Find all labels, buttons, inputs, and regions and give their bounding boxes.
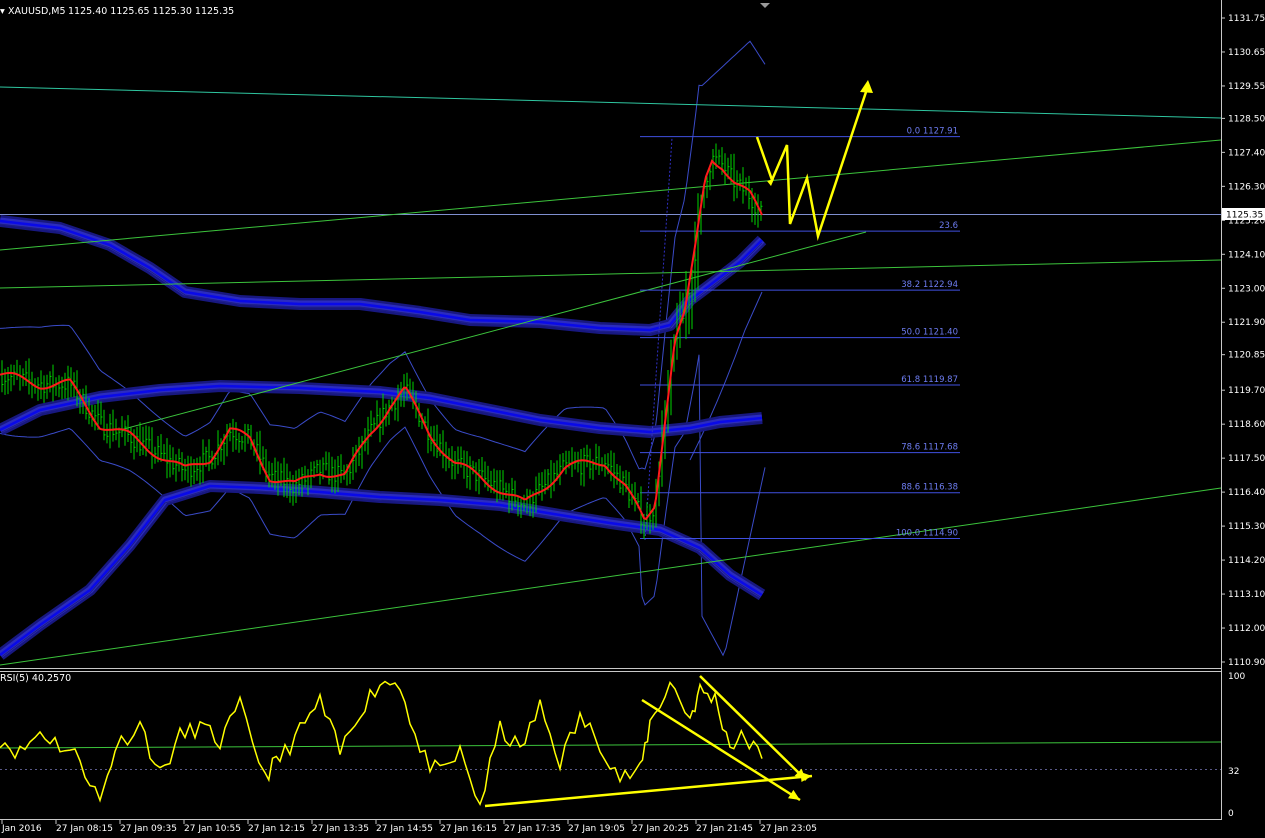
time-tick-label: 27 Jan 20:25: [632, 824, 689, 834]
price-tick-label: 1119.70: [1228, 386, 1265, 396]
fib-level-label: 38.2 1122.94: [901, 280, 958, 290]
price-tick-label: 1127.40: [1228, 148, 1265, 158]
price-chart[interactable]: ▾ XAUUSD,M5 1125.40 1125.65 1125.30 1125…: [0, 0, 1265, 838]
price-tick-label: 1128.50: [1228, 114, 1265, 124]
fib-level-label: 50.0 1121.40: [901, 328, 958, 338]
chart-background: [0, 0, 1265, 838]
header-ohlc: 1125.40 1125.65 1125.30 1125.35: [68, 6, 234, 17]
fib-level-label: 23.6: [939, 221, 958, 231]
header-symbol-arrow[interactable]: ▾: [0, 6, 5, 17]
price-tick-label: 1124.10: [1228, 250, 1265, 260]
time-tick-label: 27 Jan 21:45: [696, 824, 753, 834]
fib-level-label: 0.0 1127.91: [907, 127, 958, 137]
price-tick-label: 1120.85: [1228, 351, 1265, 361]
price-tick-label: 1130.65: [1228, 48, 1265, 58]
rsi-axis-32: 32: [1228, 767, 1239, 777]
rsi-axis-100: 100: [1228, 672, 1245, 682]
price-tick-label: 1113.10: [1228, 590, 1265, 600]
time-tick-label: 27 Jan 23:05: [760, 824, 817, 834]
current-price-tag: 1125.35: [1222, 208, 1265, 221]
time-tick-label: 27 Jan 14:55: [376, 824, 433, 834]
price-tick-label: 1110.90: [1228, 658, 1265, 668]
rsi-label: RSI(5) 40.2570: [0, 673, 71, 684]
price-tick-label: 1118.60: [1228, 420, 1265, 430]
time-tick-label: 27 Jan 19:05: [568, 824, 625, 834]
fib-level-label: 88.6 1116.38: [901, 483, 958, 493]
fib-level-label: 78.6 1117.68: [901, 443, 958, 453]
current-price-label: 1125.35: [1226, 211, 1263, 221]
price-tick-label: 1117.50: [1228, 454, 1265, 464]
header-symbol: XAUUSD,M5: [8, 6, 66, 17]
time-tick-label: 27 Jan 16:15: [440, 824, 497, 834]
price-tick-label: 1112.00: [1228, 624, 1265, 634]
time-tick-label: 27 Jan 17:35: [504, 824, 561, 834]
price-tick-label: 1121.90: [1228, 318, 1265, 328]
price-tick-label: 1131.75: [1228, 14, 1265, 24]
price-tick-label: 1114.20: [1228, 556, 1265, 566]
price-tick-label: 1123.00: [1228, 284, 1265, 294]
price-tick-label: 1115.30: [1228, 522, 1265, 532]
time-tick-label: 27 Jan 13:35: [312, 824, 369, 834]
time-tick-label: Jan 2016: [1, 824, 42, 834]
fib-level-label: 100.0 1114.90: [896, 528, 958, 538]
time-tick-label: 27 Jan 12:15: [248, 824, 305, 834]
rsi-axis-0: 0: [1228, 809, 1234, 819]
time-tick-label: 27 Jan 10:55: [184, 824, 241, 834]
price-tick-label: 1116.40: [1228, 488, 1265, 498]
time-tick-label: 27 Jan 08:15: [56, 824, 113, 834]
price-tick-label: 1126.30: [1228, 182, 1265, 192]
time-tick-label: 27 Jan 09:35: [120, 824, 177, 834]
fib-level-label: 61.8 1119.87: [901, 375, 958, 385]
price-tick-label: 1129.55: [1228, 82, 1265, 92]
